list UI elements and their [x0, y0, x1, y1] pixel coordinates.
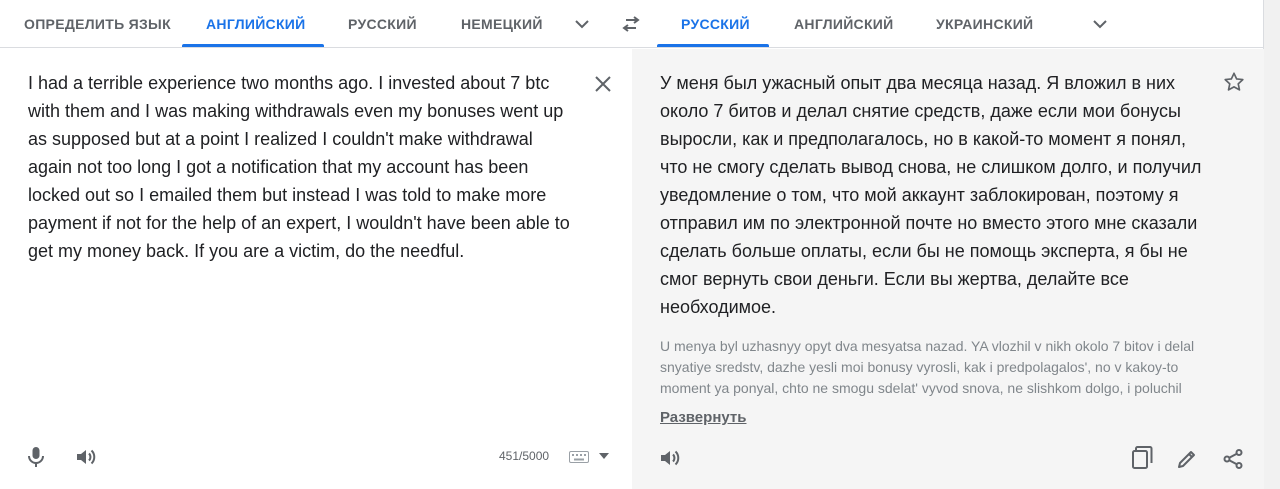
swap-languages-button[interactable] — [619, 12, 643, 36]
source-pane: I had a terrible experience two months a… — [0, 49, 632, 489]
language-tab-bar: ОПРЕДЕЛИТЬ ЯЗЫК АНГЛИЙСКИЙ РУССКИЙ НЕМЕЦ… — [0, 0, 1264, 48]
edit-translation-button[interactable] — [1175, 447, 1199, 471]
source-text-input[interactable]: I had a terrible experience two months a… — [28, 69, 578, 265]
share-icon — [1223, 449, 1243, 469]
speaker-icon — [661, 450, 680, 466]
edit-icon — [1178, 451, 1195, 468]
target-more-languages-button[interactable] — [1088, 12, 1112, 36]
character-count: 451/5000 — [499, 449, 550, 463]
keyboard-icon — [569, 451, 589, 463]
speaker-icon — [77, 449, 96, 465]
chevron-down-icon — [1093, 20, 1107, 29]
listen-translation-button[interactable] — [658, 446, 682, 470]
swap-icon — [622, 16, 640, 32]
source-more-languages-button[interactable] — [570, 12, 594, 36]
copy-translation-button[interactable] — [1130, 445, 1154, 471]
caret-down-icon — [599, 453, 609, 459]
tab-target-russian[interactable]: РУССКИЙ — [681, 0, 750, 48]
tab-source-english[interactable]: АНГЛИЙСКИЙ — [206, 0, 306, 48]
clear-source-button[interactable] — [590, 71, 616, 97]
expand-transliteration-link[interactable]: Развернуть — [660, 409, 746, 426]
translate-card: ОПРЕДЕЛИТЬ ЯЗЫК АНГЛИЙСКИЙ РУССКИЙ НЕМЕЦ… — [0, 0, 1264, 489]
input-tools-dropdown[interactable] — [598, 452, 610, 460]
tab-target-english[interactable]: АНГЛИЙСКИЙ — [794, 0, 894, 48]
tab-source-russian[interactable]: РУССКИЙ — [348, 0, 417, 48]
keyboard-button[interactable] — [569, 451, 589, 463]
translation-text: У меня был ужасный опыт два месяца назад… — [660, 73, 1202, 317]
tab-source-german[interactable]: НЕМЕЦКИЙ — [461, 0, 543, 48]
page-scrollbar[interactable] — [1264, 0, 1280, 489]
share-translation-button[interactable] — [1221, 447, 1245, 471]
listen-source-button[interactable] — [74, 445, 98, 469]
chevron-down-icon — [575, 20, 589, 29]
tab-target-ukrainian[interactable]: УКРАИНСКИЙ — [936, 0, 1033, 48]
voice-input-button[interactable] — [24, 445, 48, 469]
copy-icon — [1132, 446, 1153, 469]
transliteration-text: U menya byl uzhasnyy opyt dva mesyatsa n… — [660, 338, 1195, 396]
target-active-tab-indicator — [657, 44, 769, 47]
microphone-icon — [28, 447, 44, 467]
close-icon — [595, 76, 611, 92]
source-active-tab-indicator — [182, 44, 324, 47]
star-icon — [1224, 72, 1244, 91]
save-translation-button[interactable] — [1222, 70, 1246, 94]
tab-detect-language[interactable]: ОПРЕДЕЛИТЬ ЯЗЫК — [24, 0, 171, 48]
target-pane: У меня был ужасный опыт два месяца назад… — [632, 49, 1264, 489]
